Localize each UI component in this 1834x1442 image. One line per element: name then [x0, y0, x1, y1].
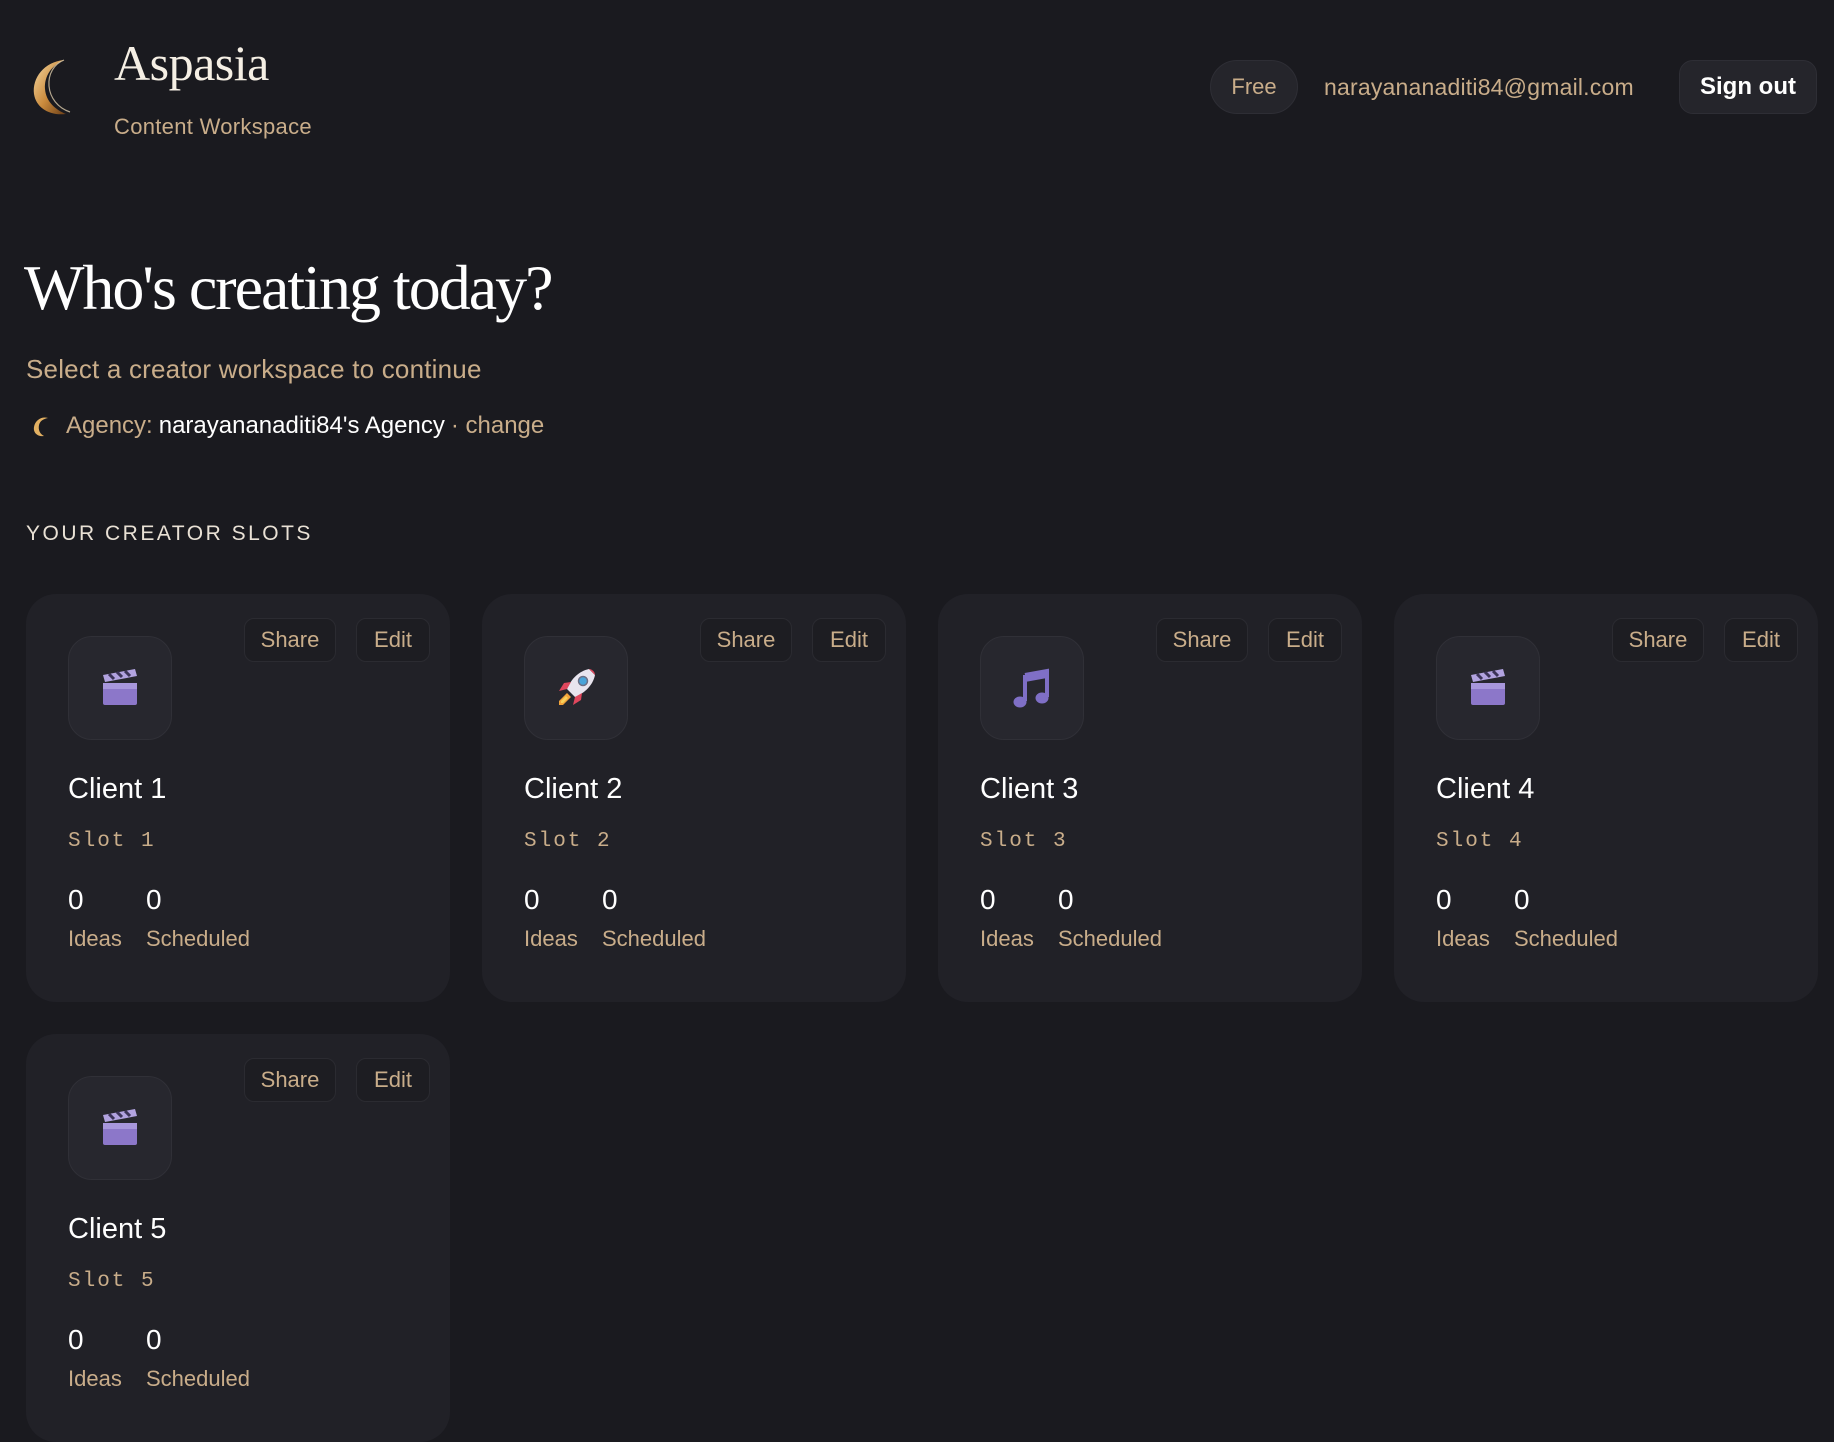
- scheduled-count: 0: [1058, 884, 1074, 915]
- scheduled-label: Scheduled: [1514, 926, 1618, 951]
- creator-card[interactable]: Share Edit Client 5 Slot 5 0 Ideas 0 Sch…: [26, 1034, 450, 1442]
- card-title: Client 5: [68, 1213, 167, 1245]
- ideas-stat: 0 Ideas: [68, 1326, 122, 1392]
- page-title: Who's creating today?: [24, 252, 554, 323]
- card-slot-label: Slot 1: [68, 830, 156, 853]
- share-button[interactable]: Share: [244, 1058, 336, 1102]
- clapperboard-icon: [68, 1076, 172, 1180]
- agency-line: Agency: narayananaditi84's Agency · chan…: [28, 412, 544, 440]
- scheduled-stat: 0 Scheduled: [602, 886, 706, 952]
- card-slot-label: Slot 2: [524, 830, 612, 853]
- scheduled-label: Scheduled: [602, 926, 706, 951]
- agency-label: Agency:: [66, 412, 153, 439]
- scheduled-stat: 0 Scheduled: [1058, 886, 1162, 952]
- scheduled-stat: 0 Scheduled: [146, 886, 250, 952]
- agency-change-link[interactable]: · change: [451, 412, 544, 440]
- edit-button[interactable]: Edit: [356, 618, 430, 662]
- sign-out-button[interactable]: Sign out: [1679, 60, 1817, 114]
- edit-button[interactable]: Edit: [1268, 618, 1342, 662]
- card-title: Client 4: [1436, 773, 1535, 805]
- ideas-stat: 0 Ideas: [524, 886, 578, 952]
- creator-card[interactable]: Share Edit Client 2 Slot 2 0 Ideas 0 Sch…: [482, 594, 906, 1002]
- clapperboard-icon: [1436, 636, 1540, 740]
- brand-subtitle: Content Workspace: [114, 114, 312, 139]
- crescent-moon-icon: [28, 413, 54, 439]
- scheduled-count: 0: [146, 1324, 162, 1355]
- ideas-count: 0: [68, 1324, 84, 1355]
- card-slot-label: Slot 3: [980, 830, 1068, 853]
- share-button[interactable]: Share: [244, 618, 336, 662]
- card-slot-label: Slot 5: [68, 1270, 156, 1293]
- creator-card[interactable]: Share Edit Client 4 Slot 4 0 Ideas 0 Sch…: [1394, 594, 1818, 1002]
- edit-button[interactable]: Edit: [356, 1058, 430, 1102]
- brand-name: Aspasia: [114, 35, 269, 91]
- plan-badge: Free: [1210, 60, 1298, 114]
- creator-card[interactable]: Share Edit Client 1 Slot 1 0 Ideas 0 Sch…: [26, 594, 450, 1002]
- card-title: Client 1: [68, 773, 167, 805]
- ideas-count: 0: [1436, 884, 1452, 915]
- ideas-stat: 0 Ideas: [1436, 886, 1490, 952]
- edit-button[interactable]: Edit: [1724, 618, 1798, 662]
- scheduled-label: Scheduled: [146, 1366, 250, 1391]
- ideas-label: Ideas: [68, 1366, 122, 1391]
- scheduled-stat: 0 Scheduled: [1514, 886, 1618, 952]
- card-title: Client 3: [980, 773, 1079, 805]
- card-slot-label: Slot 4: [1436, 830, 1524, 853]
- creator-card[interactable]: Share Edit Client 3 Slot 3 0 Ideas 0 Sch…: [938, 594, 1362, 1002]
- share-button[interactable]: Share: [1612, 618, 1704, 662]
- agency-name: narayananaditi84's Agency: [158, 412, 445, 439]
- scheduled-count: 0: [1514, 884, 1530, 915]
- ideas-count: 0: [524, 884, 540, 915]
- clapperboard-icon: [68, 636, 172, 740]
- scheduled-stat: 0 Scheduled: [146, 1326, 250, 1392]
- share-button[interactable]: Share: [1156, 618, 1248, 662]
- ideas-label: Ideas: [980, 926, 1034, 951]
- user-email: narayananaditi84@gmail.com: [1324, 74, 1634, 100]
- ideas-count: 0: [68, 884, 84, 915]
- ideas-label: Ideas: [524, 926, 578, 951]
- app-header: Aspasia Content Workspace Free narayanan…: [0, 0, 1834, 170]
- page-subtitle: Select a creator workspace to continue: [26, 354, 482, 384]
- scheduled-label: Scheduled: [146, 926, 250, 951]
- crescent-moon-logo-icon: [26, 56, 88, 118]
- share-button[interactable]: Share: [700, 618, 792, 662]
- section-label: YOUR CREATOR SLOTS: [26, 522, 313, 545]
- card-title: Client 2: [524, 773, 623, 805]
- ideas-count: 0: [980, 884, 996, 915]
- scheduled-label: Scheduled: [1058, 926, 1162, 951]
- scheduled-count: 0: [146, 884, 162, 915]
- edit-button[interactable]: Edit: [812, 618, 886, 662]
- scheduled-count: 0: [602, 884, 618, 915]
- ideas-stat: 0 Ideas: [980, 886, 1034, 952]
- ideas-label: Ideas: [68, 926, 122, 951]
- music-note-icon: [980, 636, 1084, 740]
- ideas-stat: 0 Ideas: [68, 886, 122, 952]
- ideas-label: Ideas: [1436, 926, 1490, 951]
- rocket-icon: [524, 636, 628, 740]
